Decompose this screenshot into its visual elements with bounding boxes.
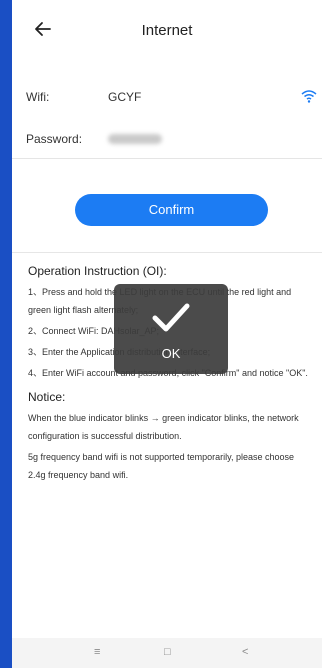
toast-popup: OK	[114, 284, 228, 374]
checkmark-icon	[151, 300, 191, 341]
system-navbar: ≡ □ <	[12, 638, 322, 668]
wifi-label: Wifi:	[26, 90, 50, 104]
divider	[12, 252, 322, 253]
toast-text: OK	[161, 346, 181, 361]
wifi-row: Wifi: GCYF	[12, 80, 322, 116]
instructions-heading: Operation Instruction (OI):	[28, 264, 167, 278]
back-nav-icon[interactable]: <	[242, 646, 248, 658]
wifi-ssid-field[interactable]: GCYF	[108, 90, 141, 104]
confirm-button[interactable]: Confirm	[75, 194, 268, 226]
menu-icon[interactable]: ≡	[94, 646, 100, 658]
header: Internet	[12, 0, 322, 64]
notice-title: Notice:	[28, 390, 66, 404]
password-field[interactable]	[108, 134, 162, 144]
wifi-icon[interactable]	[300, 88, 318, 109]
home-icon[interactable]: □	[164, 646, 171, 658]
page-title: Internet	[141, 22, 193, 39]
password-label: Password:	[26, 132, 83, 146]
notice-text: 5g frequency band wifi is not supported …	[28, 452, 294, 480]
notice-text: When the blue indicator blinks → green i…	[28, 413, 299, 441]
app-screen: Internet Wifi: GCYF Password: Confirm Op…	[12, 0, 322, 668]
password-row: Password:	[12, 122, 322, 159]
